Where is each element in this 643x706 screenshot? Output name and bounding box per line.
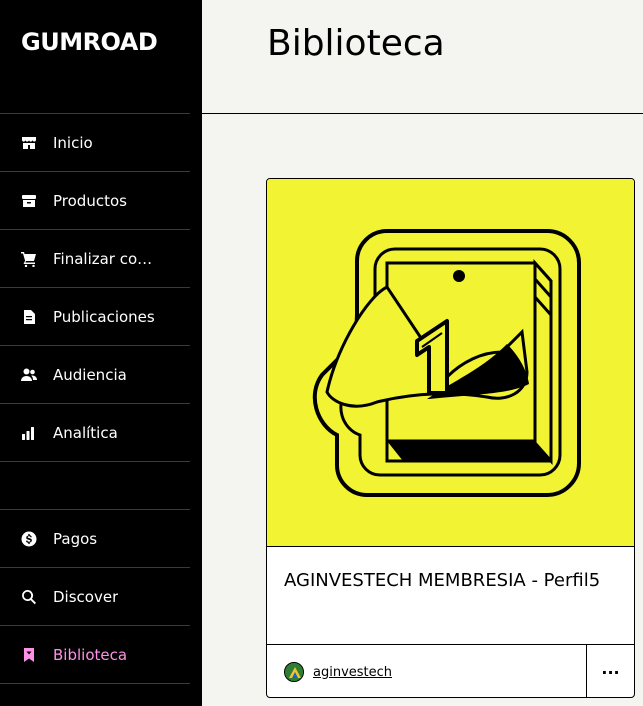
document-icon <box>21 309 37 325</box>
calendar-illustration-icon <box>312 229 581 497</box>
bookmark-icon <box>21 647 37 663</box>
creator-name[interactable]: aginvestech <box>313 665 392 680</box>
sidebar-item-label: Productos <box>53 191 127 210</box>
dollar-icon <box>21 531 37 547</box>
sidebar-item-label: Publicaciones <box>53 307 155 326</box>
sidebar-item-inicio[interactable]: Inicio <box>0 114 190 172</box>
sidebar-item-audiencia[interactable]: Audiencia <box>0 346 190 404</box>
more-options-button[interactable]: ··· <box>586 645 634 697</box>
page-title: Biblioteca <box>267 23 445 64</box>
sidebar-item-label: Analítica <box>53 423 118 442</box>
product-card[interactable]: AGINVESTECH MEMBRESIA - Perfil5 aginvest… <box>266 178 635 698</box>
page-header: Biblioteca <box>202 0 643 114</box>
card-footer: aginvestech ··· <box>267 644 634 697</box>
sidebar-item-publicaciones[interactable]: Publicaciones <box>0 288 190 346</box>
sidebar: GUMROAD Inicio Productos Finalizar compr… <box>0 0 202 706</box>
search-icon <box>21 589 37 605</box>
sidebar-item-label: Pagos <box>53 529 98 548</box>
store-icon <box>21 135 37 151</box>
people-icon <box>21 367 37 383</box>
product-thumbnail[interactable] <box>267 179 634 547</box>
sidebar-item-productos[interactable]: Productos <box>0 172 190 230</box>
avatar <box>284 662 304 682</box>
archive-icon <box>21 193 37 209</box>
sidebar-item-finalizar-compra[interactable]: Finalizar compra <box>0 230 190 288</box>
gumroad-logo[interactable]: GUMROAD <box>21 28 158 56</box>
bar-chart-icon <box>21 425 37 441</box>
sidebar-item-label: Audiencia <box>53 365 127 384</box>
sidebar-item-biblioteca[interactable]: Biblioteca <box>0 626 190 684</box>
sidebar-item-discover[interactable]: Discover <box>0 568 190 626</box>
sidebar-item-label: Inicio <box>53 133 93 152</box>
creator-link[interactable]: aginvestech <box>284 662 392 682</box>
sidebar-item-pagos[interactable]: Pagos <box>0 510 190 568</box>
sidebar-item-label: Biblioteca <box>53 645 128 664</box>
sidebar-item-label: Discover <box>53 587 119 606</box>
product-title[interactable]: AGINVESTECH MEMBRESIA - Perfil5 <box>284 565 604 596</box>
sidebar-item-label: Finalizar compra <box>53 249 163 268</box>
sidebar-item-analitica[interactable]: Analítica <box>0 404 190 462</box>
cart-icon <box>21 251 37 267</box>
